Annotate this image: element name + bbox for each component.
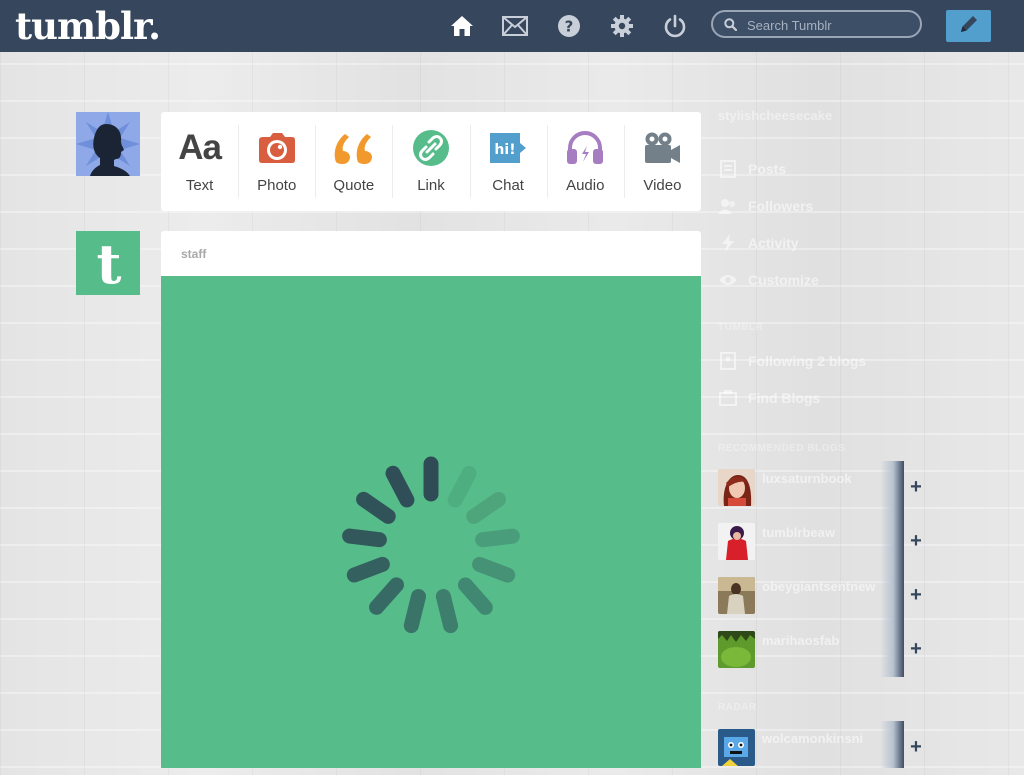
search-box[interactable] — [711, 10, 922, 38]
sidebar-item-label: Find Blogs — [748, 390, 821, 406]
post-type-label: Link — [417, 177, 445, 194]
recommended-label: RECOMMENDED BLOGS — [718, 443, 846, 454]
blog-name: tumblrbeaw — [762, 525, 835, 540]
recommended-blog[interactable]: luxsaturnbook + — [718, 461, 928, 515]
sidebar-blog-name[interactable]: stylishcheesecake — [718, 108, 832, 123]
user-avatar[interactable] — [76, 112, 140, 176]
scroll-shade — [880, 623, 904, 677]
post-type-label: Chat — [492, 177, 524, 194]
post-audio-button[interactable]: Audio — [546, 112, 624, 211]
post-type-label: Quote — [333, 177, 375, 194]
post-quote-button[interactable]: Quote — [315, 112, 392, 211]
sidebar-item-followers[interactable]: Followers — [718, 197, 813, 215]
headphones-icon — [565, 129, 605, 167]
compose-button[interactable] — [946, 10, 991, 42]
scroll-shade — [880, 515, 904, 569]
sidebar-section-label: TUMBLR — [718, 322, 764, 333]
post-type-label: Audio — [566, 177, 605, 194]
svg-text:t: t — [97, 232, 122, 295]
eye-icon — [718, 271, 738, 289]
top-header: tumblr. ? — [0, 0, 1024, 52]
svg-text:hi!: hi! — [495, 142, 516, 158]
post-photo-button[interactable]: Photo — [238, 112, 315, 211]
sidebar-item-label: Customize — [748, 272, 819, 288]
post-text-button[interactable]: Aa Text — [161, 112, 238, 211]
post-author[interactable]: staff — [181, 247, 206, 261]
sidebar-item-customize[interactable]: Customize — [718, 271, 819, 289]
post-chat-button[interactable]: hi! Chat — [469, 112, 547, 211]
followers-icon — [718, 197, 738, 215]
quote-icon — [333, 129, 375, 167]
gear-icon[interactable] — [609, 13, 635, 39]
sidebar-item-following[interactable]: Following 2 blogs — [718, 352, 866, 370]
sidebar-item-activity[interactable]: Activity — [718, 234, 799, 252]
posts-icon — [718, 160, 738, 178]
sidebar-item-label: Followers — [748, 198, 814, 214]
scroll-shade — [880, 461, 904, 515]
post-type-bar: Aa Text Photo Quote Link hi! Chat Audio — [161, 112, 701, 211]
staff-avatar[interactable]: t — [76, 231, 140, 295]
home-icon[interactable] — [449, 13, 475, 39]
blog-avatar[interactable] — [718, 469, 755, 506]
sidebar-item-label: Posts — [748, 161, 787, 177]
following-icon — [718, 352, 738, 370]
post-link-button[interactable]: Link — [392, 112, 469, 211]
blog-name: obeygiantsentnew — [762, 579, 876, 594]
follow-plus-icon[interactable]: + — [904, 529, 928, 553]
loading-spinner-icon — [342, 456, 520, 634]
blog-avatar[interactable] — [718, 631, 755, 668]
power-icon[interactable] — [662, 13, 688, 39]
video-camera-icon — [642, 129, 682, 167]
tumblr-logo[interactable]: tumblr. — [15, 4, 161, 48]
post-type-label: Video — [643, 177, 682, 194]
chat-icon: hi! — [488, 129, 528, 167]
post-type-label: Photo — [257, 177, 297, 194]
blog-avatar[interactable] — [718, 523, 755, 560]
blog-name: wolcamonkinsni — [762, 731, 864, 746]
recommended-blog[interactable]: marihaosfab + — [718, 623, 928, 677]
help-icon[interactable]: ? — [556, 13, 582, 39]
sidebar-item-label: Activity — [748, 235, 799, 251]
post-type-label: Text — [185, 177, 214, 194]
link-icon — [412, 129, 450, 167]
blog-avatar[interactable] — [718, 577, 755, 614]
radar-blog[interactable]: wolcamonkinsni + — [718, 721, 928, 775]
post-video-button[interactable]: Video — [623, 112, 701, 211]
find-icon — [718, 389, 738, 407]
pencil-icon — [958, 13, 980, 40]
recommended-blog[interactable]: tumblrbeaw + — [718, 515, 928, 569]
follow-plus-icon[interactable]: + — [904, 735, 928, 759]
follow-plus-icon[interactable]: + — [904, 583, 928, 607]
scroll-shade — [880, 721, 904, 768]
text-icon: Aa — [178, 128, 222, 167]
recommended-blog[interactable]: obeygiantsentnew + — [718, 569, 928, 623]
search-input[interactable] — [745, 15, 919, 35]
blog-name: marihaosfab — [762, 633, 840, 648]
search-icon — [724, 18, 738, 36]
sidebar-item-find-blogs[interactable]: Find Blogs — [718, 389, 820, 407]
sidebar-item-posts[interactable]: Posts — [718, 160, 786, 178]
follow-plus-icon[interactable]: + — [904, 637, 928, 661]
activity-icon — [718, 234, 738, 252]
blog-name: luxsaturnbook — [762, 471, 852, 486]
scroll-shade — [880, 569, 904, 623]
camera-icon — [258, 129, 296, 167]
sidebar-item-label: Following 2 blogs — [748, 353, 867, 369]
radar-label: RADAR — [718, 702, 757, 713]
mail-icon[interactable] — [502, 13, 528, 39]
follow-plus-icon[interactable]: + — [904, 475, 928, 499]
post-header: staff — [161, 231, 701, 276]
post-content[interactable] — [161, 276, 701, 768]
svg-text:?: ? — [565, 18, 574, 36]
blog-avatar[interactable] — [718, 729, 755, 766]
